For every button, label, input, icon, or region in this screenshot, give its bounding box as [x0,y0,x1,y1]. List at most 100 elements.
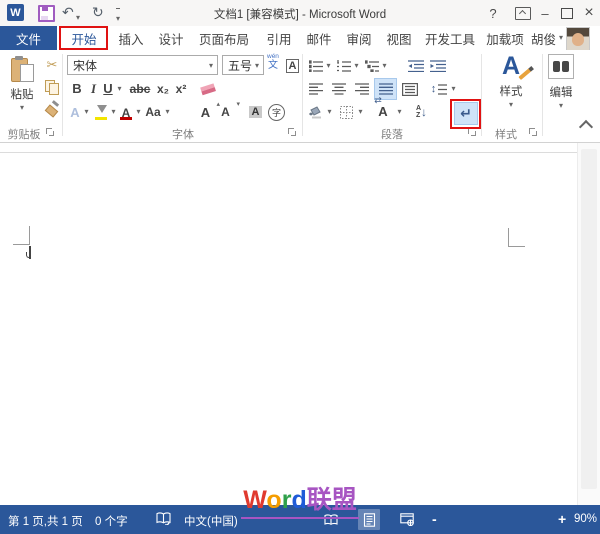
character-scaling-icon: ⇄ A [378,103,387,121]
underline-dropdown[interactable]: ▾ [114,78,125,99]
watermark-letter: 联盟 [307,486,357,514]
watermark-letter: o [266,486,281,514]
clipboard-dialog-launcher[interactable] [46,128,56,138]
copy-button[interactable] [42,77,62,97]
styles-group-label: 样式 [481,126,531,142]
font-dialog-launcher[interactable] [288,128,298,138]
shading-dropdown[interactable]: ▾ [324,101,335,123]
sort-button[interactable]: AZ ↓ [410,101,433,123]
grow-font-button[interactable]: A▴ [196,101,215,123]
user-avatar[interactable] [566,27,590,51]
group-separator [481,54,482,136]
tab-page-layout[interactable]: 页面布局 [191,26,257,50]
tab-review[interactable]: 审阅 [339,26,379,50]
styles-button[interactable]: A 样式 ▾ [485,53,537,123]
character-scaling-caret-icon: ▾ [397,108,401,116]
collapse-ribbon-button[interactable] [579,120,593,134]
enclose-characters-button[interactable]: 字 [266,101,287,123]
line-spacing-dropdown[interactable]: ▾ [448,78,459,100]
font-size-combo[interactable]: 五号 ▾ [222,55,264,75]
phonetic-guide-button[interactable]: wén 文 [267,54,279,71]
bullets-dropdown[interactable]: ▾ [323,55,334,76]
borders-button[interactable] [336,101,357,123]
paste-caret-icon: ▾ [20,104,24,112]
strikethrough-button[interactable]: abc [126,78,154,99]
styles-dialog-launcher[interactable] [529,128,539,138]
bold-button[interactable]: B [68,78,86,99]
document-area[interactable]: Word联盟 [0,143,600,505]
line-spacing-caret-icon: ▾ [451,85,455,93]
shading-caret-icon: ▾ [327,108,331,116]
scissors-icon: ✂ [47,57,58,73]
maximize-button[interactable] [556,3,578,23]
align-left-button[interactable] [305,78,327,100]
page-top-edge [0,152,577,153]
tab-references[interactable]: 引用 [259,26,299,50]
tab-home[interactable]: 开始 [61,26,107,50]
align-right-button[interactable] [351,78,373,100]
margin-crop-mark-right [508,228,525,247]
font-name-combo[interactable]: 宋体 ▾ [67,55,218,75]
underline-caret-icon: ▾ [117,85,121,93]
align-center-button[interactable] [328,78,350,100]
editing-button[interactable]: 编辑 ▾ [546,54,576,124]
distribute-icon [402,83,418,96]
line-spacing-button[interactable]: ↕ [428,78,450,100]
numbering-icon [337,60,351,72]
italic-button[interactable]: I [86,78,101,99]
increase-indent-button[interactable] [427,55,449,76]
help-button[interactable]: ? [482,3,504,23]
change-case-button[interactable]: Aa [142,101,164,123]
format-painter-icon [45,102,60,116]
character-scaling-button[interactable]: ⇄ A [370,101,396,123]
copy-icon [45,80,59,94]
clear-formatting-button[interactable] [198,78,220,99]
character-border-icon: A [286,59,300,73]
account-menu[interactable]: 胡俊 ▾ [531,26,563,50]
shading-button[interactable] [305,101,326,123]
character-scaling-dropdown[interactable]: ▾ [394,101,405,123]
character-border-button[interactable]: A [283,55,302,76]
change-case-caret-icon: ▾ [165,108,169,116]
paste-clipboard-icon [11,56,33,82]
decrease-indent-button[interactable] [405,55,427,76]
superscript-button[interactable]: x² [172,78,190,99]
change-case-dropdown[interactable]: ▾ [162,101,173,123]
distribute-button[interactable] [398,78,421,100]
font-name-caret-icon: ▾ [209,62,213,70]
bullets-caret-icon: ▾ [326,62,330,70]
scrollbar-thumb[interactable] [581,149,597,489]
word-window: W ↶ ▾ ↻ ▾ 文档1 [兼容模式] - Microsoft Word ? … [0,0,600,534]
font-size-caret-icon: ▾ [255,62,259,70]
tab-insert[interactable]: 插入 [111,26,151,50]
multilevel-list-dropdown[interactable]: ▾ [379,55,390,76]
cut-button[interactable]: ✂ [42,55,62,75]
watermark-brand: Word联盟 [0,480,600,519]
maximize-icon [561,8,573,19]
ribbon-display-options-button[interactable] [515,7,531,20]
paragraph-dialog-launcher[interactable] [468,128,478,138]
character-shading-button[interactable]: A [245,101,266,123]
tab-mailings[interactable]: 邮件 [299,26,339,50]
tab-developer[interactable]: 开发工具 [419,26,481,50]
close-button[interactable]: × [578,3,600,23]
format-painter-button[interactable] [42,99,62,119]
shading-bucket-icon [308,106,323,119]
subscript-button[interactable]: x₂ [154,78,172,99]
tab-file[interactable]: 文件 [0,26,57,50]
minimize-button[interactable]: – [534,3,556,23]
font-size-value: 五号 [228,57,252,74]
margin-crop-mark-left [13,226,30,245]
font-group-label: 字体 [64,126,302,142]
align-right-icon [355,83,369,95]
watermark-letter: W [243,486,266,514]
vertical-scrollbar[interactable] [577,143,600,505]
paste-button[interactable]: 粘贴 ▾ [4,53,40,123]
tab-addins[interactable]: 加载项 [481,26,529,50]
tab-design[interactable]: 设计 [151,26,191,50]
shrink-font-button[interactable]: A▾ [216,101,235,123]
tab-view[interactable]: 视图 [379,26,419,50]
show-hide-marks-button[interactable]: ↵ [454,102,478,125]
numbering-dropdown[interactable]: ▾ [351,55,362,76]
borders-dropdown[interactable]: ▾ [355,101,366,123]
